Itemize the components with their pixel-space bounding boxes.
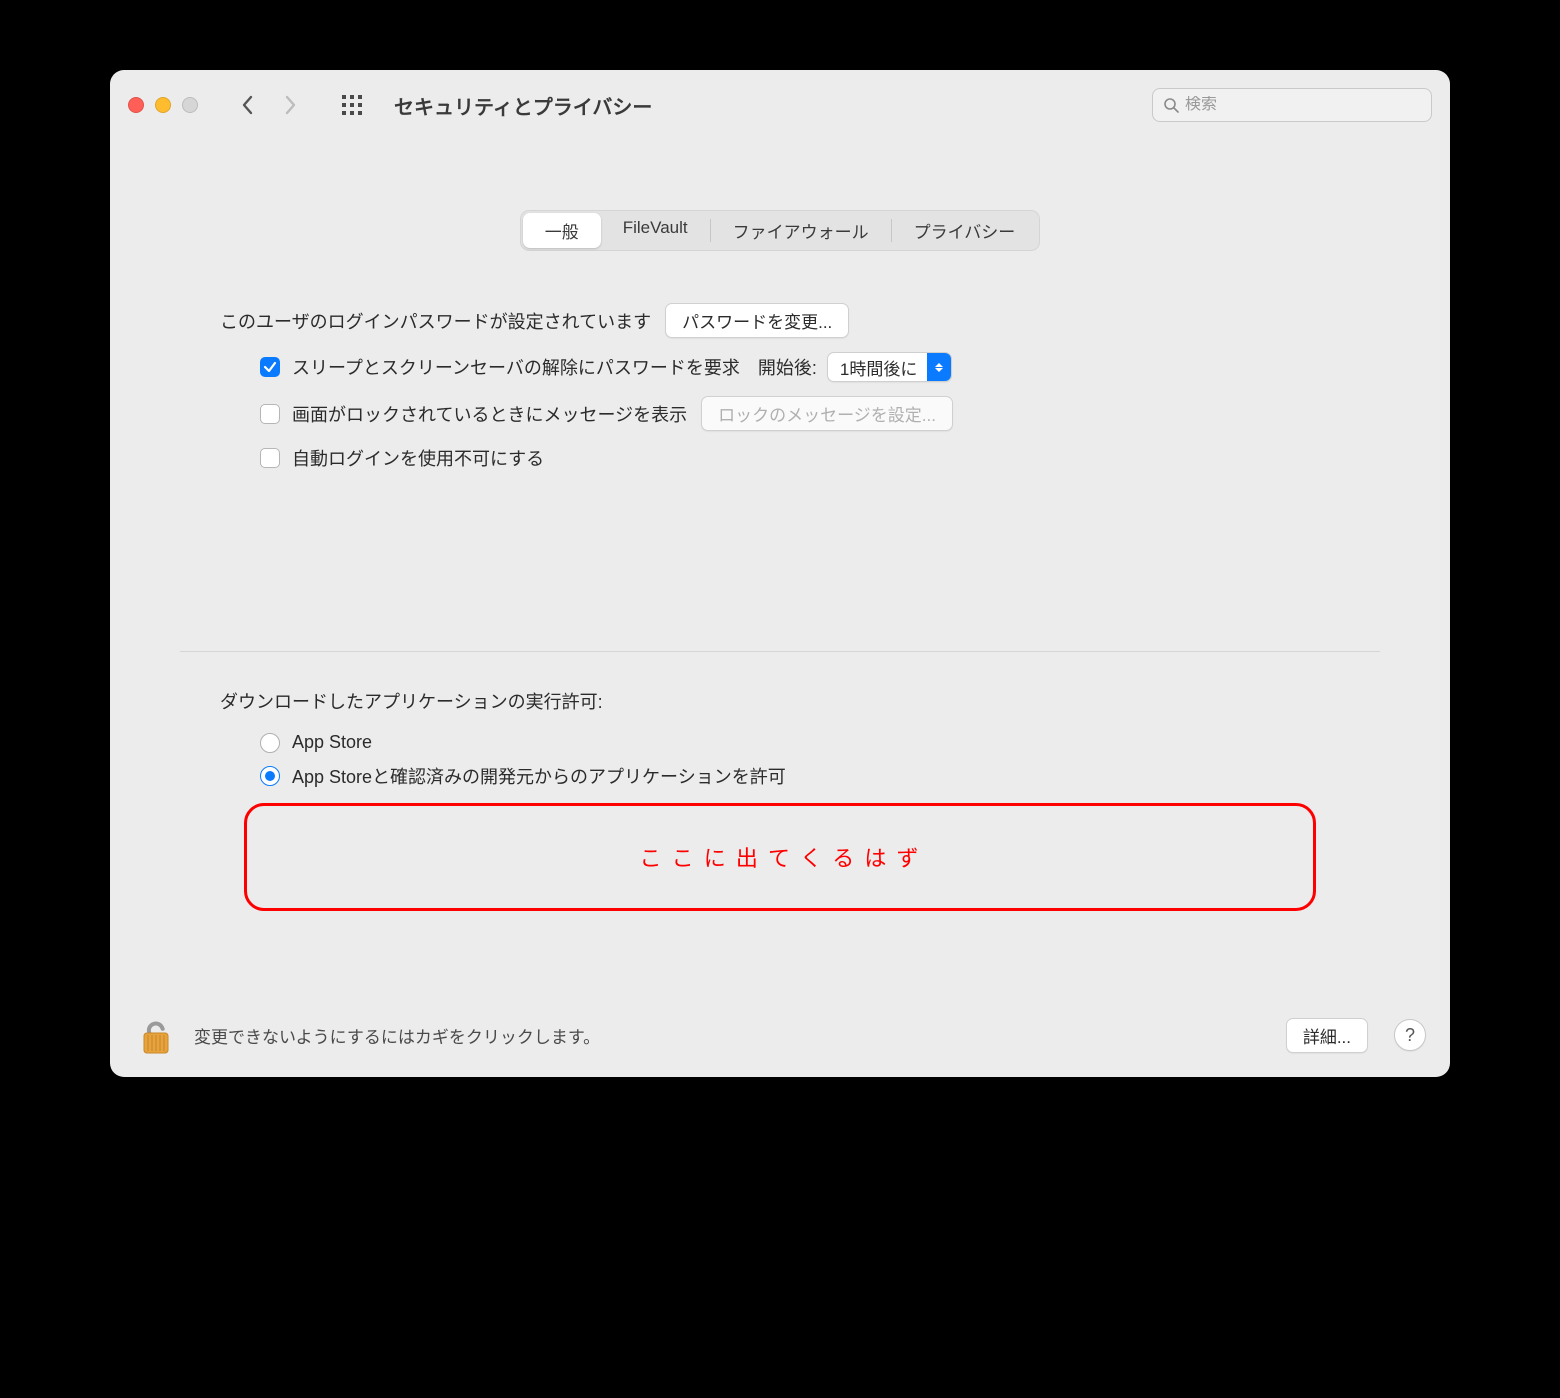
set-lock-message-button[interactable]: ロックのメッセージを設定... — [701, 396, 953, 431]
allow-apps-title: ダウンロードしたアプリケーションの実行許可: — [220, 688, 1340, 714]
tab-general[interactable]: 一般 — [523, 213, 601, 248]
annotation-box: こ こ に 出 て く る は ず — [244, 803, 1316, 911]
lock-icon[interactable] — [134, 1013, 178, 1057]
downloads-section: ダウンロードしたアプリケーションの実行許可: App Store App Sto… — [180, 688, 1380, 911]
login-section: このユーザのログインパスワードが設定されています パスワードを変更... スリー… — [180, 303, 1380, 471]
tab-bar: 一般 FileVault ファイアウォール プライバシー — [520, 210, 1041, 251]
footer: 変更できないようにするにはカギをクリックします。 詳細... ? — [110, 997, 1450, 1077]
advanced-button[interactable]: 詳細... — [1286, 1018, 1368, 1053]
minimize-window-button[interactable] — [155, 97, 171, 113]
tab-filevault[interactable]: FileVault — [601, 213, 710, 248]
require-password-checkbox[interactable] — [260, 357, 280, 377]
preferences-window: セキュリティとプライバシー 一般 FileVault ファイアウォール プライバ… — [110, 70, 1450, 1077]
allow-appstore-label: App Store — [292, 732, 372, 753]
allow-identified-label: App Storeと確認済みの開発元からのアプリケーションを許可 — [292, 763, 786, 789]
back-button[interactable] — [236, 93, 260, 117]
select-stepper-icon — [927, 353, 951, 381]
after-label: 開始後: — [758, 354, 817, 380]
search-field[interactable] — [1152, 88, 1432, 122]
zoom-window-button[interactable] — [182, 97, 198, 113]
allow-appstore-radio[interactable] — [260, 733, 280, 753]
disable-autologin-checkbox[interactable] — [260, 448, 280, 468]
disable-autologin-label: 自動ログインを使用不可にする — [292, 445, 544, 471]
window-controls — [128, 97, 198, 113]
annotation-text: こ こ に 出 て く る は ず — [640, 841, 921, 873]
window-title: セキュリティとプライバシー — [394, 91, 652, 120]
show-lock-message-label: 画面がロックされているときにメッセージを表示 — [292, 401, 687, 427]
toolbar: セキュリティとプライバシー — [110, 70, 1450, 140]
forward-button[interactable] — [278, 93, 302, 117]
require-password-label: スリープとスクリーンセーバの解除にパスワードを要求 — [292, 354, 740, 380]
search-input[interactable] — [1185, 96, 1421, 114]
allow-identified-radio[interactable] — [260, 766, 280, 786]
nav-buttons — [236, 93, 302, 117]
login-password-status: このユーザのログインパスワードが設定されています — [220, 308, 651, 334]
lock-description: 変更できないようにするにはカギをクリックします。 — [194, 1023, 1270, 1048]
show-all-button[interactable] — [338, 91, 366, 119]
require-password-delay-select[interactable]: 1時間後に — [827, 352, 952, 382]
search-icon — [1163, 97, 1179, 113]
tab-privacy[interactable]: プライバシー — [892, 213, 1038, 248]
help-button[interactable]: ? — [1394, 1019, 1426, 1051]
change-password-button[interactable]: パスワードを変更... — [665, 303, 849, 338]
require-password-delay-value: 1時間後に — [840, 355, 917, 380]
close-window-button[interactable] — [128, 97, 144, 113]
show-lock-message-checkbox[interactable] — [260, 404, 280, 424]
content-area: このユーザのログインパスワードが設定されています パスワードを変更... スリー… — [110, 251, 1450, 941]
tab-firewall[interactable]: ファイアウォール — [711, 213, 891, 248]
divider — [180, 651, 1380, 652]
